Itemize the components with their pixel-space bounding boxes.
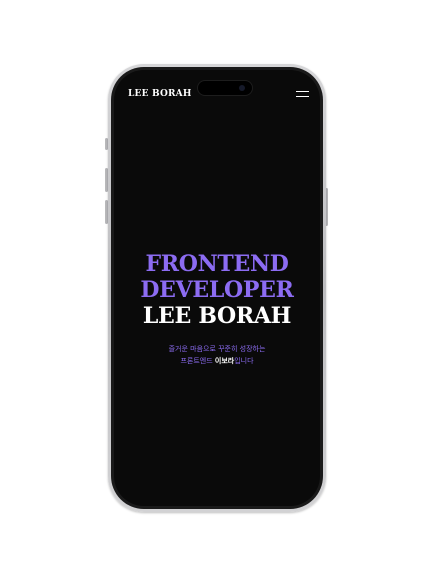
tagline-line-2: 프론트엔드 이보라입니다 [114,355,320,367]
front-camera-icon [239,85,245,91]
tagline-name: 이보라 [214,357,235,365]
tagline-suffix: 입니다 [234,357,254,365]
menu-bar-top [296,91,309,92]
tagline-prefix: 프론트엔드 [180,357,215,365]
dynamic-island [197,80,253,96]
hero-section: FRONTEND DEVELOPER LEE BORAH 즐거운 마음으로 꾸준… [114,251,320,367]
page-canvas: LEE BORAH FRONTEND DEVELOPER LEE BORAH 즐… [0,0,432,576]
menu-bar-bottom [296,96,309,97]
site-logo[interactable]: LEE BORAH [128,89,192,99]
phone-mockup: LEE BORAH FRONTEND DEVELOPER LEE BORAH 즐… [108,64,326,512]
hamburger-menu-icon[interactable] [296,89,310,99]
hero-title-frontend: FRONTEND [145,251,289,277]
phone-screen: LEE BORAH FRONTEND DEVELOPER LEE BORAH 즐… [114,70,320,506]
hero-title-name: LEE BORAH [142,303,292,329]
tagline-line-1: 즐거운 마음으로 꾸준히 성장하는 [168,345,266,353]
hero-title-developer: DEVELOPER [140,277,294,303]
hero-tagline: 즐거운 마음으로 꾸준히 성장하는 프론트엔드 이보라입니다 [114,343,320,367]
